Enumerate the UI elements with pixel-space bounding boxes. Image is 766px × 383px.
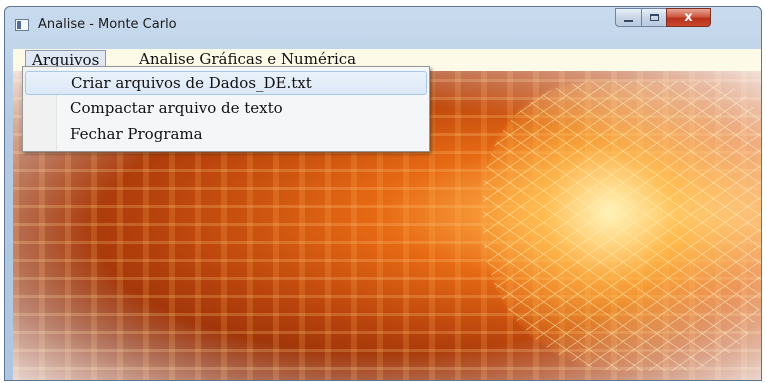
app-window-icon[interactable]	[15, 19, 29, 31]
minimize-icon	[624, 20, 633, 22]
maximize-icon	[649, 14, 659, 21]
face-mesh-graphic	[483, 81, 761, 371]
maximize-button[interactable]	[641, 8, 667, 27]
menu-item-criar-arquivos[interactable]: Criar arquivos de Dados_DE.txt	[25, 71, 427, 95]
arquivos-dropdown-menu: Criar arquivos de Dados_DE.txt Compactar…	[22, 66, 430, 152]
close-button[interactable]: x	[666, 8, 711, 27]
window-title: Analise - Monte Carlo	[38, 17, 177, 32]
menu-item-fechar-programa[interactable]: Fechar Programa	[25, 123, 427, 147]
application-window: Analise - Monte Carlo x Arquivos Analise…	[4, 6, 762, 381]
menu-item-compactar-arquivo[interactable]: Compactar arquivo de texto	[25, 97, 427, 121]
minimize-button[interactable]	[615, 8, 642, 27]
close-icon: x	[684, 10, 693, 25]
face-glow-graphic	[483, 81, 761, 371]
title-bar[interactable]: Analise - Monte Carlo x	[5, 7, 761, 43]
